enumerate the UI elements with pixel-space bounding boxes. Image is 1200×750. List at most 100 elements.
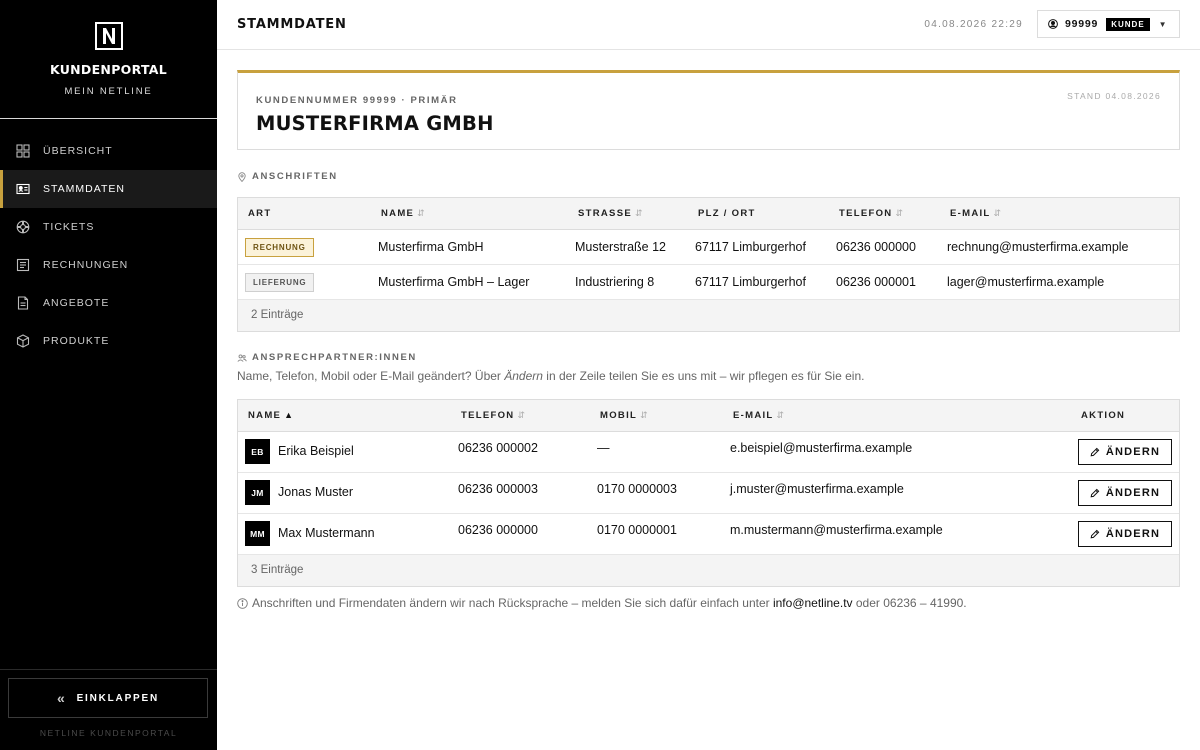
sort-asc-icon: ▲ xyxy=(284,410,295,420)
table-row: RECHNUNG Musterfirma GmbH Musterstraße 1… xyxy=(238,230,1179,265)
support-email-link[interactable]: info@netline.tv xyxy=(773,596,853,610)
addresses-section-title: ANSCHRIFTEN xyxy=(237,171,338,182)
contact-mobile: 0170 0000001 xyxy=(597,523,677,537)
pencil-icon xyxy=(1090,529,1100,539)
col-email[interactable]: E-MAIL ⇵ xyxy=(733,410,785,421)
sidebar-item-stammdaten[interactable]: STAMMDATEN xyxy=(0,170,217,208)
sidebar-item-produkte[interactable]: PRODUKTE xyxy=(0,322,217,360)
customer-number: KUNDENNUMMER 99999 · PRIMÄR xyxy=(256,95,458,106)
id-card-icon xyxy=(16,182,30,196)
sort-icon: ⇵ xyxy=(776,410,786,420)
sidebar-nav: ÜBERSICHT STAMMDATEN TICKETS RECHNUNGEN … xyxy=(0,132,217,360)
table-row: LIEFERUNG Musterfirma GmbH – Lager Indus… xyxy=(238,265,1179,300)
edit-contact-button[interactable]: ÄNDERN xyxy=(1078,521,1172,547)
address-name: Musterfirma GmbH – Lager xyxy=(378,275,530,289)
contact-phone: 06236 000003 xyxy=(458,482,538,496)
sidebar-item-uebersicht[interactable]: ÜBERSICHT xyxy=(0,132,217,170)
type-badge: RECHNUNG xyxy=(245,238,314,257)
avatar: JM xyxy=(245,480,270,505)
sidebar-bottom: « EINKLAPPEN NETLINE KUNDENPORTAL xyxy=(0,669,217,750)
table-row: JM Jonas Muster 06236 000003 0170 000000… xyxy=(238,473,1179,514)
edit-contact-button[interactable]: ÄNDERN xyxy=(1078,439,1172,465)
user-icon xyxy=(1048,19,1058,29)
address-city: 67117 Limburgerhof xyxy=(695,240,806,254)
lifebuoy-icon xyxy=(16,220,30,234)
col-art: ART xyxy=(248,208,272,219)
brand: KUNDENPORTAL MEIN NETLINE xyxy=(0,0,217,119)
table-row: MM Max Mustermann 06236 000000 0170 0000… xyxy=(238,514,1179,555)
sort-icon: ⇵ xyxy=(517,410,527,420)
addresses-table: ART NAME ⇵ STRASSE ⇵ PLZ / ORT TELEFON ⇵ E-… xyxy=(237,197,1180,332)
company-name: MUSTERFIRMA GMBH xyxy=(256,112,494,135)
collapse-label: EINKLAPPEN xyxy=(76,692,160,704)
entry-count: 3 Einträge xyxy=(251,564,304,576)
entry-count: 2 Einträge xyxy=(251,309,304,321)
col-telefon[interactable]: TELEFON ⇵ xyxy=(461,410,526,421)
double-chevron-left-icon: « xyxy=(56,690,67,706)
addresses-title: ANSCHRIFTEN xyxy=(252,171,338,182)
type-badge: LIEFERUNG xyxy=(245,273,315,292)
col-email[interactable]: E-MAIL ⇵ xyxy=(950,208,1002,219)
netline-logo-icon[interactable] xyxy=(94,22,123,50)
user-menu-button[interactable]: 99999 KUNDE ▼ xyxy=(1037,10,1180,38)
table-footer: 3 Einträge xyxy=(238,555,1179,586)
address-street: Musterstraße 12 xyxy=(575,240,667,254)
table-header: ART NAME ⇵ STRASSE ⇵ PLZ / ORT TELEFON ⇵ E-… xyxy=(238,198,1179,230)
people-icon xyxy=(237,353,247,362)
contacts-section-title: ANSPRECHPARTNER:INNEN xyxy=(237,352,417,363)
pencil-icon xyxy=(1090,488,1100,498)
avatar: MM xyxy=(245,521,270,546)
edit-contact-button[interactable]: ÄNDERN xyxy=(1078,480,1172,506)
sort-icon: ⇵ xyxy=(640,410,649,420)
sidebar-item-label: RECHNUNGEN xyxy=(43,259,129,271)
sidebar-item-tickets[interactable]: TICKETS xyxy=(0,208,217,246)
sidebar-item-rechnungen[interactable]: RECHNUNGEN xyxy=(0,246,217,284)
contact-phone: 06236 000002 xyxy=(458,441,538,455)
contact-phone: 06236 000000 xyxy=(458,523,538,537)
contact-name: Erika Beispiel xyxy=(278,444,354,458)
contact-email: e.beispiel@musterfirma.example xyxy=(730,441,913,455)
sort-icon: ⇵ xyxy=(895,208,905,218)
address-city: 67117 Limburgerhof xyxy=(695,275,806,289)
box-icon xyxy=(16,334,30,348)
contacts-table: NAME ▲ TELEFON ⇵ MOBIL ⇵ E-MAIL ⇵ AKTION EB … xyxy=(237,399,1180,587)
company-card: KUNDENNUMMER 99999 · PRIMÄR MUSTERFIRMA … xyxy=(237,70,1180,150)
sidebar-item-label: ANGEBOTE xyxy=(43,297,110,309)
contact-mobile: 0170 0000003 xyxy=(597,482,677,496)
invoice-icon xyxy=(16,258,30,272)
page-title: STAMMDATEN xyxy=(237,17,347,32)
contact-mobile: — xyxy=(597,441,610,455)
sidebar-item-angebote[interactable]: ANGEBOTE xyxy=(0,284,217,322)
brand-title: KUNDENPORTAL xyxy=(49,62,168,77)
contacts-hint: Name, Telefon, Mobil oder E-Mail geänder… xyxy=(237,369,865,383)
table-footer: 2 Einträge xyxy=(238,300,1179,331)
collapse-sidebar-button[interactable]: « EINKLAPPEN xyxy=(8,678,208,718)
avatar: EB xyxy=(245,439,270,464)
col-telefon[interactable]: TELEFON ⇵ xyxy=(839,208,904,219)
sidebar: KUNDENPORTAL MEIN NETLINE ÜBERSICHT STAM… xyxy=(0,0,217,750)
sort-icon: ⇵ xyxy=(993,208,1003,218)
grid-icon xyxy=(16,144,30,158)
col-plz-ort: PLZ / ORT xyxy=(698,208,756,219)
contact-email: j.muster@musterfirma.example xyxy=(730,482,904,496)
footnote: Anschriften und Firmendaten ändern wir n… xyxy=(237,596,967,610)
role-badge: KUNDE xyxy=(1106,17,1150,31)
contacts-title: ANSPRECHPARTNER:INNEN xyxy=(252,352,417,363)
col-mobil[interactable]: MOBIL ⇵ xyxy=(600,410,649,421)
address-street: Industriering 8 xyxy=(575,275,655,289)
col-name[interactable]: NAME ▲ xyxy=(248,410,294,421)
document-icon xyxy=(16,296,30,310)
caret-down-icon: ▼ xyxy=(1158,19,1167,29)
pencil-icon xyxy=(1090,447,1100,457)
col-strasse[interactable]: STRASSE ⇵ xyxy=(578,208,644,219)
col-name[interactable]: NAME ⇵ xyxy=(381,208,426,219)
data-stand: STAND 04.08.2026 xyxy=(1067,91,1161,101)
location-pin-icon xyxy=(238,171,246,182)
sidebar-item-label: STAMMDATEN xyxy=(43,183,125,195)
sort-icon: ⇵ xyxy=(634,208,644,218)
table-header: NAME ▲ TELEFON ⇵ MOBIL ⇵ E-MAIL ⇵ AKTION xyxy=(238,400,1179,432)
topbar: STAMMDATEN 04.08.2026 22:29 99999 KUNDE … xyxy=(217,0,1200,50)
sort-icon: ⇵ xyxy=(417,208,427,218)
address-email: lager@musterfirma.example xyxy=(947,275,1105,289)
user-id: 99999 xyxy=(1065,18,1099,30)
